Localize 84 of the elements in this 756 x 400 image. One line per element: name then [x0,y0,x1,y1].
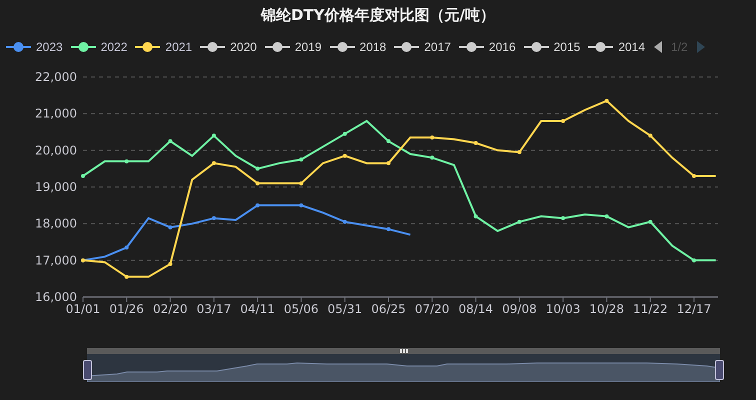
legend-item[interactable]: 2016 [458,40,516,54]
y-axis-label: 16,000 [35,290,77,304]
point [474,141,478,145]
y-axis-label: 18,000 [35,216,77,231]
point [342,154,347,158]
x-axis-label: 01/26 [109,302,144,316]
legend-item[interactable]: 2020 [200,40,257,54]
y-axis-label: 21,000 [35,106,77,121]
x-axis-label: 07/20 [414,302,450,316]
legend-line-icon [6,40,31,54]
point [430,156,434,160]
chart-title: 锦纶DTY价格年度对比图（元/吨） [260,5,496,26]
x-axis-label: 01/01 [66,302,100,316]
point [256,166,260,171]
point [212,134,216,138]
point [604,98,609,103]
x-axis-label: 09/08 [502,302,537,316]
x-axis-label: 11/22 [633,302,668,316]
point [212,216,216,220]
zoom-right-handle[interactable] [715,360,724,380]
y-axis-label: 22,000 [35,70,77,84]
point [386,227,390,232]
legend-line-icon [458,40,484,54]
point [604,214,609,218]
legend-line-icon [135,40,160,54]
x-axis-label: 06/25 [371,302,406,316]
x-axis-label: 04/11 [240,302,275,316]
legend-item[interactable]: 2023 [6,40,63,54]
point [430,136,434,140]
legend-item[interactable]: 2014 [588,40,646,54]
point [517,220,522,224]
point [648,134,652,138]
point [692,258,696,262]
point [168,225,172,230]
point [256,181,260,186]
point [648,220,652,224]
grip-icon [400,349,408,353]
legend-line-icon [524,40,549,54]
legend-item[interactable]: 2021 [135,40,192,54]
point [168,262,172,266]
point [342,132,347,136]
point [342,220,347,224]
legend-line-icon [264,40,290,54]
legend-line-icon [70,40,96,54]
legend-line-icon [394,40,420,54]
x-axis-label: 03/17 [196,302,232,316]
y-axis-label: 20,000 [35,143,77,158]
legend-item[interactable]: 2019 [264,40,322,54]
point [692,174,696,178]
y-axis-label: 19,000 [35,180,77,194]
x-axis-label: 02/20 [153,302,188,316]
point [81,174,85,178]
point [256,203,260,208]
legend-item[interactable]: 2018 [330,40,386,54]
point [299,181,304,186]
line-series [81,120,717,262]
x-axis-label: 05/31 [328,302,362,316]
point [517,150,522,154]
legend-line-icon [200,40,226,54]
zoom-left-handle[interactable] [83,360,92,380]
point [124,246,129,250]
x-axis-label: 10/28 [589,302,624,316]
y-axis-label: 17,000 [35,253,77,268]
x-axis-label: 12/17 [676,302,712,316]
point [299,158,304,162]
x-axis-label: 10/03 [546,302,580,316]
point [561,119,566,123]
legend-item[interactable]: 2015 [524,40,580,54]
point [212,161,216,166]
point [474,214,478,218]
point [561,216,566,220]
legend-item[interactable]: 2017 [394,40,451,54]
point [386,161,390,166]
legend-item[interactable]: 2022 [70,40,128,54]
point [124,274,129,279]
zoom-slider-bar[interactable] [87,348,720,354]
x-axis-label: 08/14 [458,302,494,316]
point [386,139,390,144]
point [124,159,129,164]
legend-line-icon [588,40,614,54]
point [168,139,172,144]
x-axis-label: 05/06 [284,302,318,316]
point [299,203,304,208]
legend-line-icon [330,40,355,54]
